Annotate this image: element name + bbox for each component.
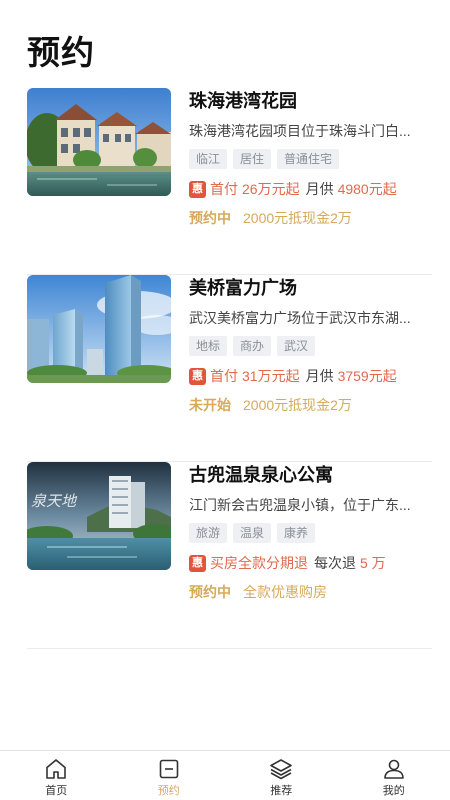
refund-each-value: 5 万: [360, 555, 386, 571]
tab-home[interactable]: 首页: [0, 751, 113, 800]
project-tags: 地标 商办 武汉: [189, 336, 432, 356]
project-tags: 临江 居住 普通住宅: [189, 149, 432, 169]
project-image[interactable]: [27, 275, 171, 383]
project-info: 珠海港湾花园 珠海港湾花园项目位于珠海斗门白... 临江 居住 普通住宅 惠 首…: [189, 88, 432, 228]
status-badge: 预约中: [189, 210, 231, 226]
discount-badge-icon: 惠: [189, 554, 206, 572]
monthly-label: 月供: [305, 181, 334, 197]
down-payment-label: 首付: [210, 181, 238, 197]
price-row: 惠 首付 31万元起 月供 3759元起: [189, 366, 432, 386]
project-tags: 旅游 温泉 康养: [189, 523, 432, 543]
status-badge: 未开始: [189, 397, 231, 413]
tag: 居住: [233, 149, 272, 169]
promo-text: 2000元抵现金2万: [243, 397, 352, 413]
promo-text: 2000元抵现金2万: [243, 210, 352, 226]
project-card[interactable]: 美桥富力广场 武汉美桥富力广场位于武汉市东湖... 地标 商办 武汉 惠 首付 …: [27, 275, 432, 462]
project-card[interactable]: 泉天地 古兜温泉泉心公寓 江门新会古兜温泉小镇，位于广东... 旅游 温泉 康养…: [27, 462, 432, 649]
refund-each-label: 每次退: [314, 555, 356, 571]
project-info: 古兜温泉泉心公寓 江门新会古兜温泉小镇，位于广东... 旅游 温泉 康养 惠 买…: [189, 462, 432, 602]
project-card[interactable]: 珠海港湾花园 珠海港湾花园项目位于珠海斗门白... 临江 居住 普通住宅 惠 首…: [27, 88, 432, 275]
page-title: 预约: [27, 34, 95, 71]
tag: 临江: [189, 149, 228, 169]
tag: 地标: [189, 336, 228, 356]
tab-label: 预约: [157, 785, 180, 797]
tag: 康养: [277, 523, 316, 543]
project-title[interactable]: 珠海港湾花园: [189, 89, 432, 113]
tag: 旅游: [189, 523, 228, 543]
monthly-value: 3759元起: [337, 368, 397, 384]
tab-label: 推荐: [270, 785, 293, 797]
project-desc: 珠海港湾花园项目位于珠海斗门白...: [189, 123, 411, 139]
tab-recommend[interactable]: 推荐: [225, 751, 338, 800]
monthly-label: 月供: [305, 368, 334, 384]
bottom-tab-bar: 首页 预约 推荐 我的: [0, 750, 450, 800]
refund-plan-label: 买房全款分期退: [210, 555, 308, 571]
tag: 普通住宅: [277, 149, 340, 169]
hotspring-resort-photo: 泉天地: [27, 462, 171, 570]
home-icon: [46, 759, 67, 779]
down-payment-label: 首付: [210, 368, 238, 384]
discount-badge-icon: 惠: [189, 180, 206, 198]
project-desc: 江门新会古兜温泉小镇，位于广东...: [189, 497, 411, 513]
monthly-value: 4980元起: [337, 181, 397, 197]
project-title[interactable]: 古兜温泉泉心公寓: [189, 463, 432, 487]
tab-label: 我的: [382, 785, 405, 797]
down-payment-value: 31万元起: [242, 368, 300, 384]
user-icon: [383, 759, 404, 779]
status-row: 预约中 全款优惠购房: [189, 582, 432, 602]
tag: 商办: [233, 336, 272, 356]
project-desc: 武汉美桥富力广场位于武汉市东湖...: [189, 310, 411, 326]
svg-text:泉天地: 泉天地: [31, 492, 78, 510]
down-payment-value: 26万元起: [242, 181, 300, 197]
project-image[interactable]: [27, 88, 171, 196]
tag: 武汉: [277, 336, 316, 356]
price-row: 惠 首付 26万元起 月供 4980元起: [189, 179, 432, 199]
discount-badge-icon: 惠: [189, 367, 206, 385]
tab-profile[interactable]: 我的: [338, 751, 450, 800]
tab-reservation[interactable]: 预约: [113, 751, 226, 800]
glass-towers-photo: [27, 275, 171, 383]
project-image[interactable]: 泉天地: [27, 462, 171, 570]
project-title[interactable]: 美桥富力广场: [189, 276, 432, 300]
status-row: 预约中 2000元抵现金2万: [189, 208, 432, 228]
villa-riverside-photo: [27, 88, 171, 196]
status-badge: 预约中: [189, 584, 231, 600]
status-row: 未开始 2000元抵现金2万: [189, 395, 432, 415]
tab-label: 首页: [45, 785, 68, 797]
project-info: 美桥富力广场 武汉美桥富力广场位于武汉市东湖... 地标 商办 武汉 惠 首付 …: [189, 275, 432, 415]
price-row: 惠 买房全款分期退 每次退 5 万: [189, 553, 432, 573]
tag: 温泉: [233, 523, 272, 543]
promo-text: 全款优惠购房: [243, 584, 327, 600]
layers-icon: [270, 759, 293, 780]
reservation-icon: [159, 759, 179, 779]
project-list: 珠海港湾花园 珠海港湾花园项目位于珠海斗门白... 临江 居住 普通住宅 惠 首…: [27, 88, 432, 649]
